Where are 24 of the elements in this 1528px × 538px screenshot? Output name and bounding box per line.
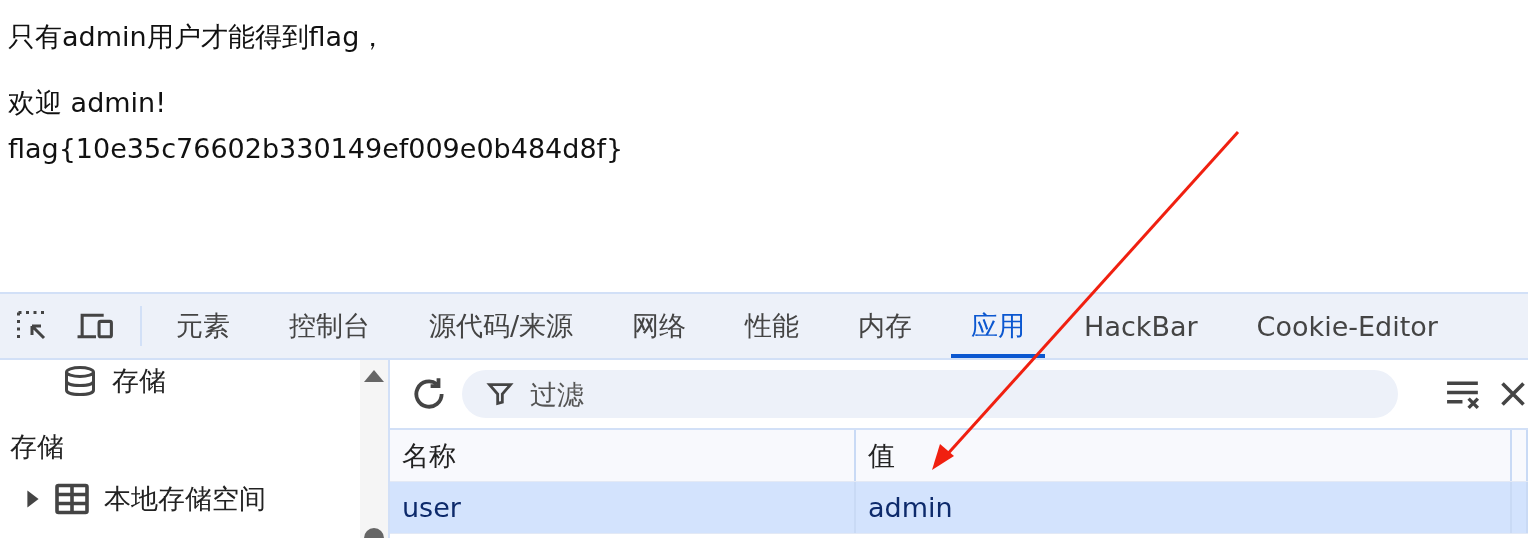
devtools-tab[interactable]: 应用 (951, 294, 1046, 358)
page-text: 只有admin用户才能得到flag， (8, 20, 388, 54)
page-text: 欢迎 admin! (8, 86, 167, 120)
devtools-tab[interactable]: 源代码/来源 (409, 294, 594, 358)
devtools-tab[interactable]: 性能 (725, 294, 820, 358)
table-row[interactable]: user admin (390, 482, 1528, 534)
devtools-tab[interactable]: 内存 (838, 294, 933, 358)
expand-arrow-icon[interactable] (26, 490, 40, 508)
page-text: flag{10e35c76602b330149ef009e0b484d8f} (8, 132, 625, 166)
filter-field[interactable]: 过滤 (462, 370, 1398, 418)
sidebar-item[interactable]: 本地存储空间 (104, 481, 266, 517)
table-cell: user (390, 482, 856, 533)
section-heading: 存储 (10, 430, 64, 464)
sidebar-item[interactable]: 存储 (112, 363, 166, 399)
filter-icon (486, 380, 514, 408)
devtools-tab[interactable]: 控制台 (269, 294, 390, 358)
devtools-tab[interactable]: 网络 (612, 294, 707, 358)
devtools-tab[interactable]: HackBar (1064, 294, 1218, 358)
table-icon (54, 482, 90, 516)
database-icon (62, 366, 98, 396)
scroll-up-icon[interactable] (364, 368, 384, 382)
devtools-tab[interactable]: Cookie-Editor (1236, 294, 1458, 358)
table-cell: admin (856, 482, 1512, 533)
devtools-tab[interactable]: 元素 (156, 294, 250, 358)
